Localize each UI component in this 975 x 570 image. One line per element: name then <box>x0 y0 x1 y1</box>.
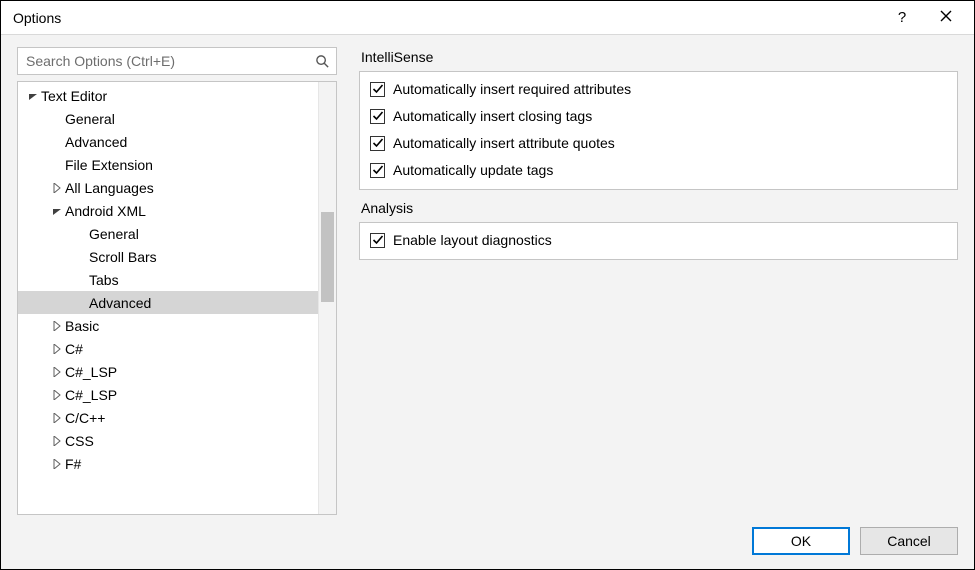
tree-scroll-area[interactable]: Text Editor General Advanced File Extension… <box>18 82 318 514</box>
left-panel: Text Editor General Advanced File Extension… <box>17 47 337 515</box>
checkbox-label: Enable layout diagnostics <box>393 232 552 248</box>
tree-item[interactable]: C#_LSP <box>18 360 318 383</box>
checkbox-row[interactable]: Automatically insert attribute quotes <box>370 132 947 154</box>
tree-item-label: General <box>89 226 139 242</box>
tree-item[interactable]: CSS <box>18 429 318 452</box>
tree-item[interactable]: F# <box>18 452 318 475</box>
tree-item[interactable]: C# <box>18 337 318 360</box>
tree-item[interactable]: C/C++ <box>18 406 318 429</box>
chevron-right-icon[interactable] <box>50 321 63 331</box>
tree-item-label: C#_LSP <box>65 364 117 380</box>
tree-item-label: General <box>65 111 115 127</box>
tree-item[interactable]: Advanced <box>18 291 318 314</box>
window-title: Options <box>13 10 61 26</box>
chevron-right-icon[interactable] <box>50 367 63 377</box>
tree-item-label: Tabs <box>89 272 119 288</box>
chevron-right-icon[interactable] <box>50 436 63 446</box>
tree-item-label: F# <box>65 456 81 472</box>
tree-item-label: Advanced <box>65 134 127 150</box>
checkbox-label: Automatically update tags <box>393 162 553 178</box>
tree-item-label: C#_LSP <box>65 387 117 403</box>
chevron-right-icon[interactable] <box>50 183 63 193</box>
tree-item-label: File Extension <box>65 157 153 173</box>
search-icon <box>315 54 330 69</box>
settings-panel: IntelliSense Automatically insert requir… <box>359 47 958 515</box>
tree-item[interactable]: File Extension <box>18 153 318 176</box>
help-icon: ? <box>898 9 906 26</box>
tree-item-label: CSS <box>65 433 94 449</box>
tree-item[interactable]: Scroll Bars <box>18 245 318 268</box>
options-tree: Text Editor General Advanced File Extension… <box>17 81 337 515</box>
tree-item[interactable]: Basic <box>18 314 318 337</box>
close-button[interactable] <box>924 1 968 34</box>
group-box-analysis: Enable layout diagnostics <box>359 222 958 260</box>
checkbox[interactable] <box>370 109 385 124</box>
dialog-footer: OK Cancel <box>17 523 958 555</box>
checkbox[interactable] <box>370 136 385 151</box>
checkbox-row[interactable]: Automatically update tags <box>370 159 947 181</box>
tree-item[interactable]: Text Editor <box>18 84 318 107</box>
group-title-analysis: Analysis <box>359 200 958 216</box>
help-button[interactable]: ? <box>880 1 924 34</box>
chevron-right-icon[interactable] <box>50 459 63 469</box>
chevron-right-icon[interactable] <box>50 413 63 423</box>
checkbox-label: Automatically insert attribute quotes <box>393 135 615 151</box>
tree-item[interactable]: Tabs <box>18 268 318 291</box>
cancel-button-label: Cancel <box>887 533 931 549</box>
tree-item-label: Android XML <box>65 203 146 219</box>
dialog-body: Text Editor General Advanced File Extension… <box>1 35 974 569</box>
ok-button[interactable]: OK <box>752 527 850 555</box>
group-box-intellisense: Automatically insert required attributes… <box>359 71 958 190</box>
tree-item[interactable]: C#_LSP <box>18 383 318 406</box>
tree-item[interactable]: Android XML <box>18 199 318 222</box>
tree-item-label: Basic <box>65 318 99 334</box>
chevron-down-icon[interactable] <box>26 91 39 101</box>
tree-item-label: All Languages <box>65 180 154 196</box>
checkbox-row[interactable]: Automatically insert closing tags <box>370 105 947 127</box>
chevron-down-icon[interactable] <box>50 206 63 216</box>
tree-item[interactable]: General <box>18 222 318 245</box>
tree-item-label: C/C++ <box>65 410 105 426</box>
cancel-button[interactable]: Cancel <box>860 527 958 555</box>
chevron-right-icon[interactable] <box>50 390 63 400</box>
checkbox[interactable] <box>370 163 385 178</box>
tree-scrollbar[interactable] <box>318 82 336 514</box>
tree-item-label: C# <box>65 341 83 357</box>
close-icon <box>940 9 952 26</box>
chevron-right-icon[interactable] <box>50 344 63 354</box>
tree-item[interactable]: All Languages <box>18 176 318 199</box>
checkbox[interactable] <box>370 82 385 97</box>
search-input[interactable] <box>24 52 315 70</box>
tree-item[interactable]: General <box>18 107 318 130</box>
tree-item-label: Scroll Bars <box>89 249 157 265</box>
search-box[interactable] <box>17 47 337 75</box>
ok-button-label: OK <box>791 533 811 549</box>
checkbox-row[interactable]: Automatically insert required attributes <box>370 78 947 100</box>
group-title-intellisense: IntelliSense <box>359 49 958 65</box>
checkbox-row[interactable]: Enable layout diagnostics <box>370 229 947 251</box>
tree-item-label: Text Editor <box>41 88 107 104</box>
tree-scrollbar-thumb[interactable] <box>321 212 334 302</box>
checkbox-label: Automatically insert closing tags <box>393 108 592 124</box>
tree-item[interactable]: Advanced <box>18 130 318 153</box>
checkbox-label: Automatically insert required attributes <box>393 81 631 97</box>
titlebar: Options ? <box>1 1 974 35</box>
tree-item-label: Advanced <box>89 295 151 311</box>
checkbox[interactable] <box>370 233 385 248</box>
